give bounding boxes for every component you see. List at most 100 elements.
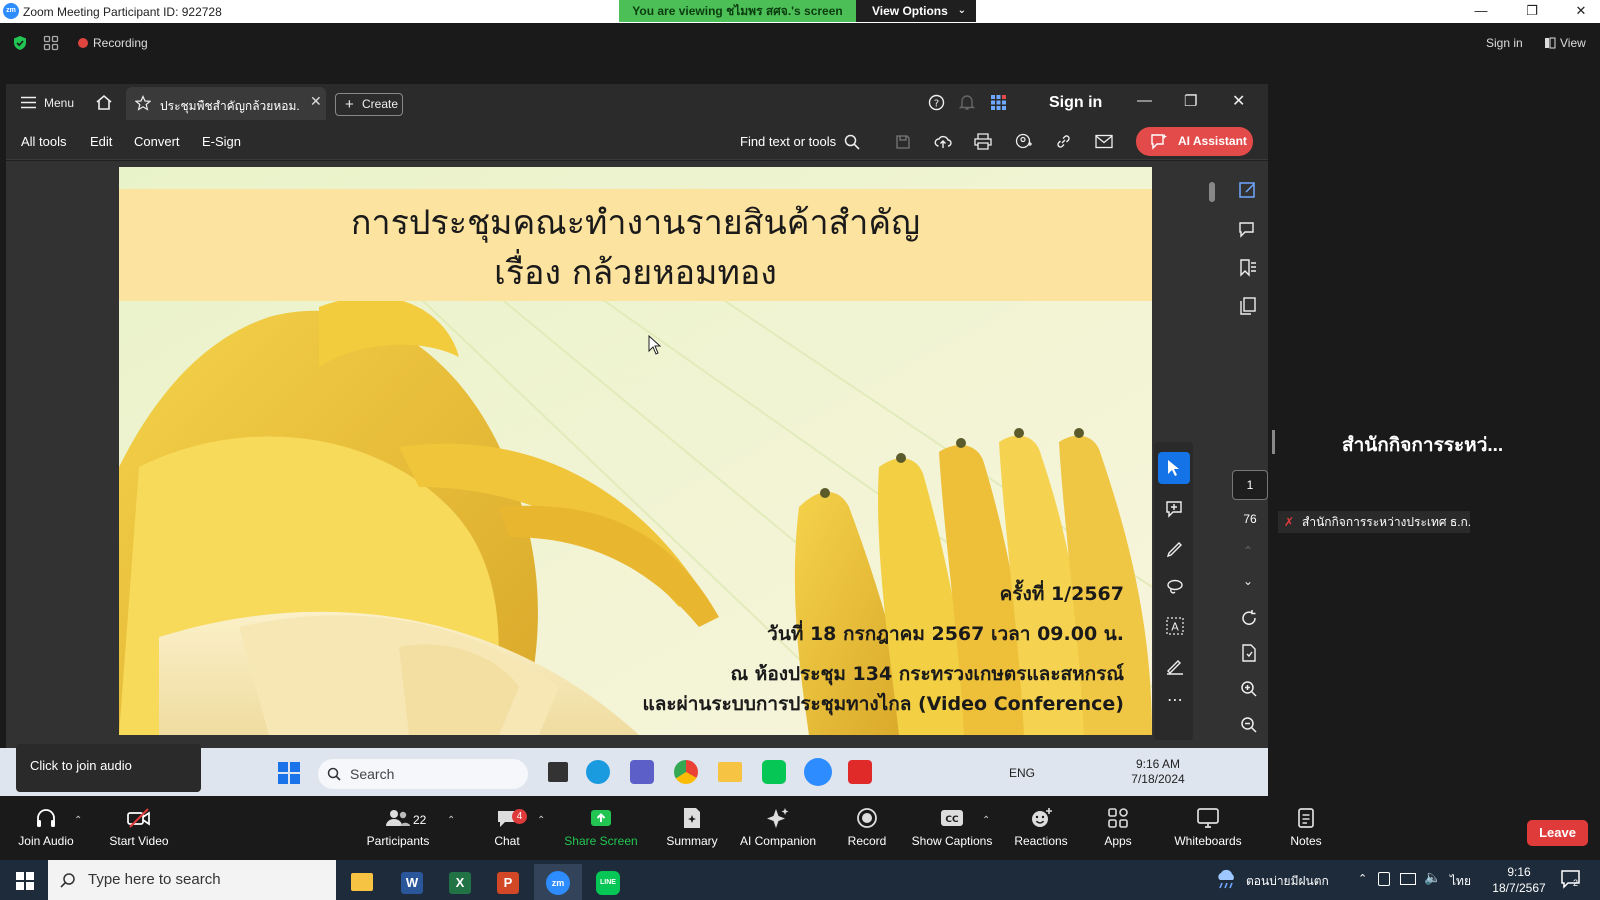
zoom-app-icon bbox=[804, 758, 832, 786]
acrobat-restore-icon[interactable]: ❐ bbox=[1184, 92, 1197, 110]
help-icon[interactable]: ? bbox=[928, 94, 945, 111]
more-tools-icon[interactable]: ⋯ bbox=[1167, 690, 1183, 710]
print-icon[interactable] bbox=[974, 133, 992, 150]
show-hidden-icons-icon[interactable]: ⌃ bbox=[1358, 872, 1367, 885]
share-screen-label: Share Screen bbox=[564, 834, 638, 848]
search-icon[interactable] bbox=[844, 134, 860, 150]
save-icon[interactable] bbox=[895, 134, 911, 150]
taskbar-powerpoint[interactable]: P bbox=[486, 864, 530, 900]
chat-caret-icon[interactable]: ⌃ bbox=[537, 815, 545, 826]
record-label: Record bbox=[847, 834, 887, 848]
bookmark-panel-icon[interactable] bbox=[1238, 258, 1258, 278]
start-video-button[interactable]: Start Video bbox=[104, 806, 174, 848]
pages-panel-icon[interactable] bbox=[1238, 296, 1258, 316]
join-audio-tooltip[interactable]: Click to join audio bbox=[16, 744, 201, 792]
speaker-volume-icon[interactable]: 🔈 bbox=[1424, 869, 1441, 886]
page-number-input[interactable]: 1 bbox=[1232, 470, 1268, 500]
close-tab-icon[interactable]: ✕ bbox=[310, 93, 322, 110]
reactions-button[interactable]: Reactions bbox=[1010, 806, 1072, 848]
show-captions-button[interactable]: CC Show Captions bbox=[910, 806, 994, 848]
zoom-taskbar-icon: zm bbox=[546, 871, 570, 895]
restore-icon[interactable]: ❐ bbox=[1517, 2, 1547, 20]
windows-search-box[interactable]: Type here to search bbox=[48, 860, 336, 900]
share-screen-button[interactable]: Share Screen bbox=[563, 806, 639, 848]
find-text-tools[interactable]: Find text or tools bbox=[740, 134, 836, 149]
lasso-draw-icon[interactable] bbox=[1165, 577, 1185, 597]
acrobat-sign-in[interactable]: Sign in bbox=[1049, 94, 1102, 112]
acrobat-menu-label[interactable]: Menu bbox=[44, 96, 74, 110]
sign-in-link[interactable]: Sign in bbox=[1486, 36, 1523, 50]
ai-sparkle-icon bbox=[1151, 134, 1167, 150]
shield-icon[interactable] bbox=[12, 35, 28, 51]
zoom-out-icon[interactable] bbox=[1240, 716, 1258, 734]
star-icon[interactable] bbox=[135, 95, 151, 111]
bell-icon[interactable] bbox=[959, 94, 975, 111]
windows-start-button-icon[interactable] bbox=[16, 872, 34, 890]
whiteboards-button[interactable]: Whiteboards bbox=[1168, 806, 1248, 848]
audio-options-caret-icon[interactable]: ⌃ bbox=[74, 815, 82, 826]
comment-panel-icon[interactable] bbox=[1238, 220, 1258, 240]
acrobat-minimize-icon[interactable]: — bbox=[1137, 92, 1152, 109]
windows-clock[interactable]: 9:16 18/7/2567 bbox=[1488, 864, 1550, 896]
view-button[interactable]: View bbox=[1560, 36, 1586, 50]
record-button[interactable]: Record bbox=[842, 806, 892, 848]
page-up-icon[interactable]: ⌃ bbox=[1243, 544, 1253, 558]
summary-button[interactable]: Summary bbox=[662, 806, 722, 848]
page-down-icon[interactable]: ⌄ bbox=[1243, 574, 1253, 588]
weather-label[interactable]: ตอนบ่ายมีฝนตก bbox=[1246, 872, 1329, 891]
edit-menu[interactable]: Edit bbox=[90, 134, 112, 149]
esign-menu[interactable]: E-Sign bbox=[202, 134, 241, 149]
hamburger-menu-icon[interactable] bbox=[21, 96, 36, 109]
recording-label[interactable]: Recording bbox=[93, 36, 148, 50]
device-icon[interactable] bbox=[1378, 872, 1390, 886]
svg-text:A: A bbox=[1171, 621, 1179, 634]
rotate-icon[interactable] bbox=[1240, 609, 1258, 627]
ai-companion-button[interactable]: AI Companion bbox=[736, 806, 820, 848]
page-export-icon[interactable] bbox=[1240, 644, 1258, 662]
ai-assistant-button[interactable]: AI Assistant bbox=[1136, 127, 1253, 156]
acrobat-app-icon bbox=[848, 760, 872, 784]
taskbar-word[interactable]: W bbox=[390, 864, 434, 900]
sign-pen-icon[interactable] bbox=[1165, 655, 1185, 675]
notification-center-icon[interactable]: 2 bbox=[1560, 868, 1582, 890]
apps-grid-icon[interactable] bbox=[990, 94, 1007, 111]
acrobat-close-icon[interactable]: ✕ bbox=[1232, 91, 1245, 111]
link-icon[interactable] bbox=[1055, 133, 1072, 150]
highlight-pen-icon[interactable] bbox=[1165, 538, 1185, 558]
pdf-page[interactable]: การประชุมคณะทำงานรายสินค้าสำคัญ เรื่อง ก… bbox=[119, 167, 1152, 735]
convert-menu[interactable]: Convert bbox=[134, 134, 180, 149]
add-comment-icon[interactable] bbox=[1165, 499, 1185, 519]
all-tools-menu[interactable]: All tools bbox=[21, 134, 67, 149]
input-language[interactable]: ไทย bbox=[1450, 872, 1471, 891]
close-icon[interactable]: ✕ bbox=[1566, 2, 1596, 20]
join-audio-button[interactable]: Join Audio bbox=[14, 806, 78, 848]
headphones-icon bbox=[37, 809, 55, 827]
minimize-icon[interactable]: — bbox=[1466, 2, 1496, 20]
apps-button[interactable]: Apps bbox=[1096, 806, 1140, 848]
taskbar-excel[interactable]: X bbox=[438, 864, 482, 900]
notes-button[interactable]: Notes bbox=[1284, 806, 1328, 848]
line-app-icon: LINE bbox=[596, 871, 620, 895]
home-icon[interactable] bbox=[95, 94, 113, 110]
scrollbar-thumb[interactable] bbox=[1209, 182, 1215, 202]
reactions-label: Reactions bbox=[1014, 834, 1068, 848]
folder-icon bbox=[351, 873, 373, 891]
share-user-icon[interactable] bbox=[1015, 133, 1033, 150]
grid-icon[interactable] bbox=[43, 35, 59, 51]
taskbar-file-explorer[interactable] bbox=[340, 864, 384, 900]
text-recognition-icon[interactable]: A bbox=[1165, 616, 1185, 636]
taskbar-zoom[interactable]: zm bbox=[534, 864, 582, 900]
document-tab-label: ประชุมพืชสำคัญกล้วยหอม.pdf bbox=[160, 99, 300, 113]
mail-icon[interactable] bbox=[1095, 134, 1113, 149]
participants-caret-icon[interactable]: ⌃ bbox=[447, 815, 455, 826]
captions-caret-icon[interactable]: ⌃ bbox=[982, 815, 990, 826]
zoom-in-icon[interactable] bbox=[1240, 680, 1258, 698]
network-icon[interactable] bbox=[1400, 873, 1416, 885]
create-button[interactable]: + Create bbox=[335, 93, 403, 116]
view-options-button[interactable]: View Options ⌄ bbox=[856, 0, 976, 22]
taskbar-line[interactable]: LINE bbox=[586, 864, 630, 900]
upload-cloud-icon[interactable] bbox=[934, 133, 952, 150]
edit-panel-icon[interactable] bbox=[1238, 180, 1258, 200]
panel-divider-handle[interactable] bbox=[1272, 430, 1275, 454]
leave-button[interactable]: Leave bbox=[1527, 820, 1588, 846]
